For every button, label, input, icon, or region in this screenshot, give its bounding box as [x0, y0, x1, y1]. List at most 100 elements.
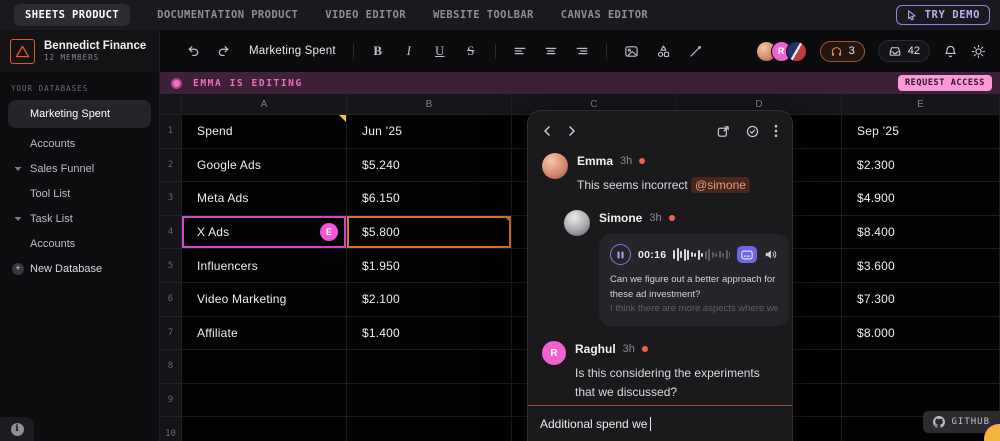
row-header[interactable]: 1 [160, 115, 182, 149]
cell-a1[interactable]: Spend [182, 115, 347, 149]
sidebar-item-tool-list[interactable]: Tool List [0, 181, 159, 206]
inbox-pill[interactable]: 42 [877, 40, 930, 62]
redo-button[interactable] [217, 41, 232, 61]
open-in-view-icon[interactable] [716, 124, 731, 139]
row-header[interactable]: 9 [160, 383, 182, 418]
new-database-button[interactable]: + New Database [0, 256, 159, 281]
row-header[interactable]: 3 [160, 182, 182, 216]
strikethrough-button[interactable]: S [464, 41, 478, 61]
cell-b4-selected[interactable]: $5.800 [347, 215, 512, 250]
row-header[interactable]: 7 [160, 316, 182, 351]
try-demo-button[interactable]: TRY DEMO [895, 5, 990, 25]
tab-documentation-product[interactable]: DOCUMENTATION PRODUCT [157, 9, 298, 21]
github-label: GITHUB [951, 417, 990, 427]
cell-a6[interactable]: Video Marketing [182, 282, 347, 317]
cell-a7[interactable]: Affiliate [182, 316, 347, 351]
row-header[interactable]: 2 [160, 148, 182, 183]
info-button[interactable]: i [0, 417, 34, 441]
cell-b1[interactable]: Jun ’25 [347, 115, 512, 149]
cell-e5[interactable]: $3.600 [842, 249, 1000, 283]
resolve-check-icon[interactable] [745, 124, 760, 139]
workspace-name: Bennedict Finance [44, 39, 147, 52]
more-options-kebab-icon[interactable] [774, 124, 778, 138]
github-icon [933, 416, 946, 428]
cell-a2[interactable]: Google Ads [182, 148, 347, 183]
comment-author: Raghul [575, 342, 616, 357]
draw-line-button[interactable] [688, 41, 703, 61]
avatar-third[interactable] [785, 40, 807, 62]
align-left-button[interactable] [513, 41, 527, 61]
comment-text-body: This seems incorrect [577, 178, 688, 192]
cell-b8[interactable] [347, 350, 512, 384]
cell-e4[interactable]: $8.400 [842, 215, 1000, 250]
speaker-icon[interactable] [764, 248, 778, 261]
cell-e8[interactable] [842, 350, 1000, 384]
pause-button[interactable] [610, 244, 631, 266]
row-header[interactable]: 10 [160, 417, 182, 441]
cell-e1[interactable]: Sep ’25 [842, 115, 1000, 149]
column-header-e[interactable]: E [842, 94, 1000, 115]
active-sheet-name[interactable]: Marketing Spent [249, 45, 336, 57]
undo-button[interactable] [185, 41, 200, 61]
next-comment-button[interactable] [567, 125, 577, 137]
row-header[interactable]: 6 [160, 282, 182, 317]
tab-sheets-product[interactable]: SHEETS PRODUCT [14, 4, 131, 26]
transcript-toggle-button[interactable] [737, 246, 757, 264]
tab-website-toolbar[interactable]: WEBSITE TOOLBAR [433, 9, 534, 21]
sidebar-item-accounts[interactable]: Accounts [0, 131, 159, 156]
comment-text: Is this considering the experiments that… [575, 366, 760, 400]
tab-canvas-editor[interactable]: CANVAS EDITOR [561, 9, 648, 21]
cell-e2[interactable]: $2.300 [842, 148, 1000, 183]
row-header[interactable]: 8 [160, 350, 182, 384]
voice-presence-pill[interactable]: 3 [819, 40, 865, 62]
toolbar-divider [605, 43, 607, 59]
cell-a4-selected[interactable]: X Ads E [182, 215, 347, 250]
prev-comment-button[interactable] [542, 125, 552, 137]
row-header[interactable]: 5 [160, 249, 182, 283]
cell-b5[interactable]: $1.950 [347, 249, 512, 283]
sidebar-item-accounts-2[interactable]: Accounts [0, 231, 159, 256]
voice-message-card: 00:16 Can we figure out a better approac… [599, 234, 789, 327]
avatar-emma [542, 153, 568, 179]
cell-a9[interactable] [182, 383, 347, 418]
theme-brightness-button[interactable] [971, 41, 986, 61]
comment-text: This seems incorrect @simone [577, 176, 750, 195]
cell-b3[interactable]: $6.150 [347, 182, 512, 216]
cell-e6[interactable]: $7.300 [842, 282, 1000, 317]
insert-shape-button[interactable] [656, 41, 671, 61]
cell-a10[interactable] [182, 417, 347, 441]
tab-video-editor[interactable]: VIDEO EDITOR [325, 9, 406, 21]
sidebar-item-marketing-spent[interactable]: Marketing Spent [8, 100, 151, 128]
cell-a8[interactable] [182, 350, 347, 384]
cell-e3[interactable]: $4.900 [842, 182, 1000, 216]
cell-b7[interactable]: $1.400 [347, 316, 512, 351]
italic-button[interactable]: I [402, 41, 416, 61]
cell-a5[interactable]: Influencers [182, 249, 347, 283]
grid-corner-cell[interactable] [160, 94, 182, 115]
row-header[interactable]: 4 [160, 215, 182, 250]
cell-b9[interactable] [347, 383, 512, 418]
cell-b6[interactable]: $2.100 [347, 282, 512, 317]
sidebar-item-task-list[interactable]: Task List [0, 206, 159, 231]
underline-button[interactable]: U [433, 41, 447, 61]
audio-waveform[interactable] [673, 247, 730, 263]
insert-image-button[interactable] [624, 41, 639, 61]
mention-chip[interactable]: @simone [691, 177, 750, 193]
request-access-button[interactable]: REQUEST ACCESS [897, 75, 992, 91]
notifications-bell-button[interactable] [943, 41, 958, 61]
align-right-button[interactable] [575, 41, 589, 61]
collaborator-avatars[interactable]: R [755, 40, 807, 62]
bold-button[interactable]: B [371, 41, 385, 61]
cell-b2[interactable]: $5.240 [347, 148, 512, 183]
workspace-card[interactable]: Bennedict Finance 12 MEMBERS [0, 30, 160, 72]
sidebar-item-sales-funnel[interactable]: Sales Funnel [0, 156, 159, 181]
comment-input[interactable]: Additional spend we [528, 405, 792, 441]
column-header-b[interactable]: B [347, 94, 512, 115]
align-center-button[interactable] [544, 41, 558, 61]
column-header-a[interactable]: A [182, 94, 347, 115]
cell-e7[interactable]: $8.000 [842, 316, 1000, 351]
cell-b10[interactable] [347, 417, 512, 441]
cell-a3[interactable]: Meta Ads [182, 182, 347, 216]
cell-text: Affiliate [197, 325, 238, 340]
databases-sidebar: YOUR DATABASES Marketing Spent Accounts … [0, 72, 160, 441]
